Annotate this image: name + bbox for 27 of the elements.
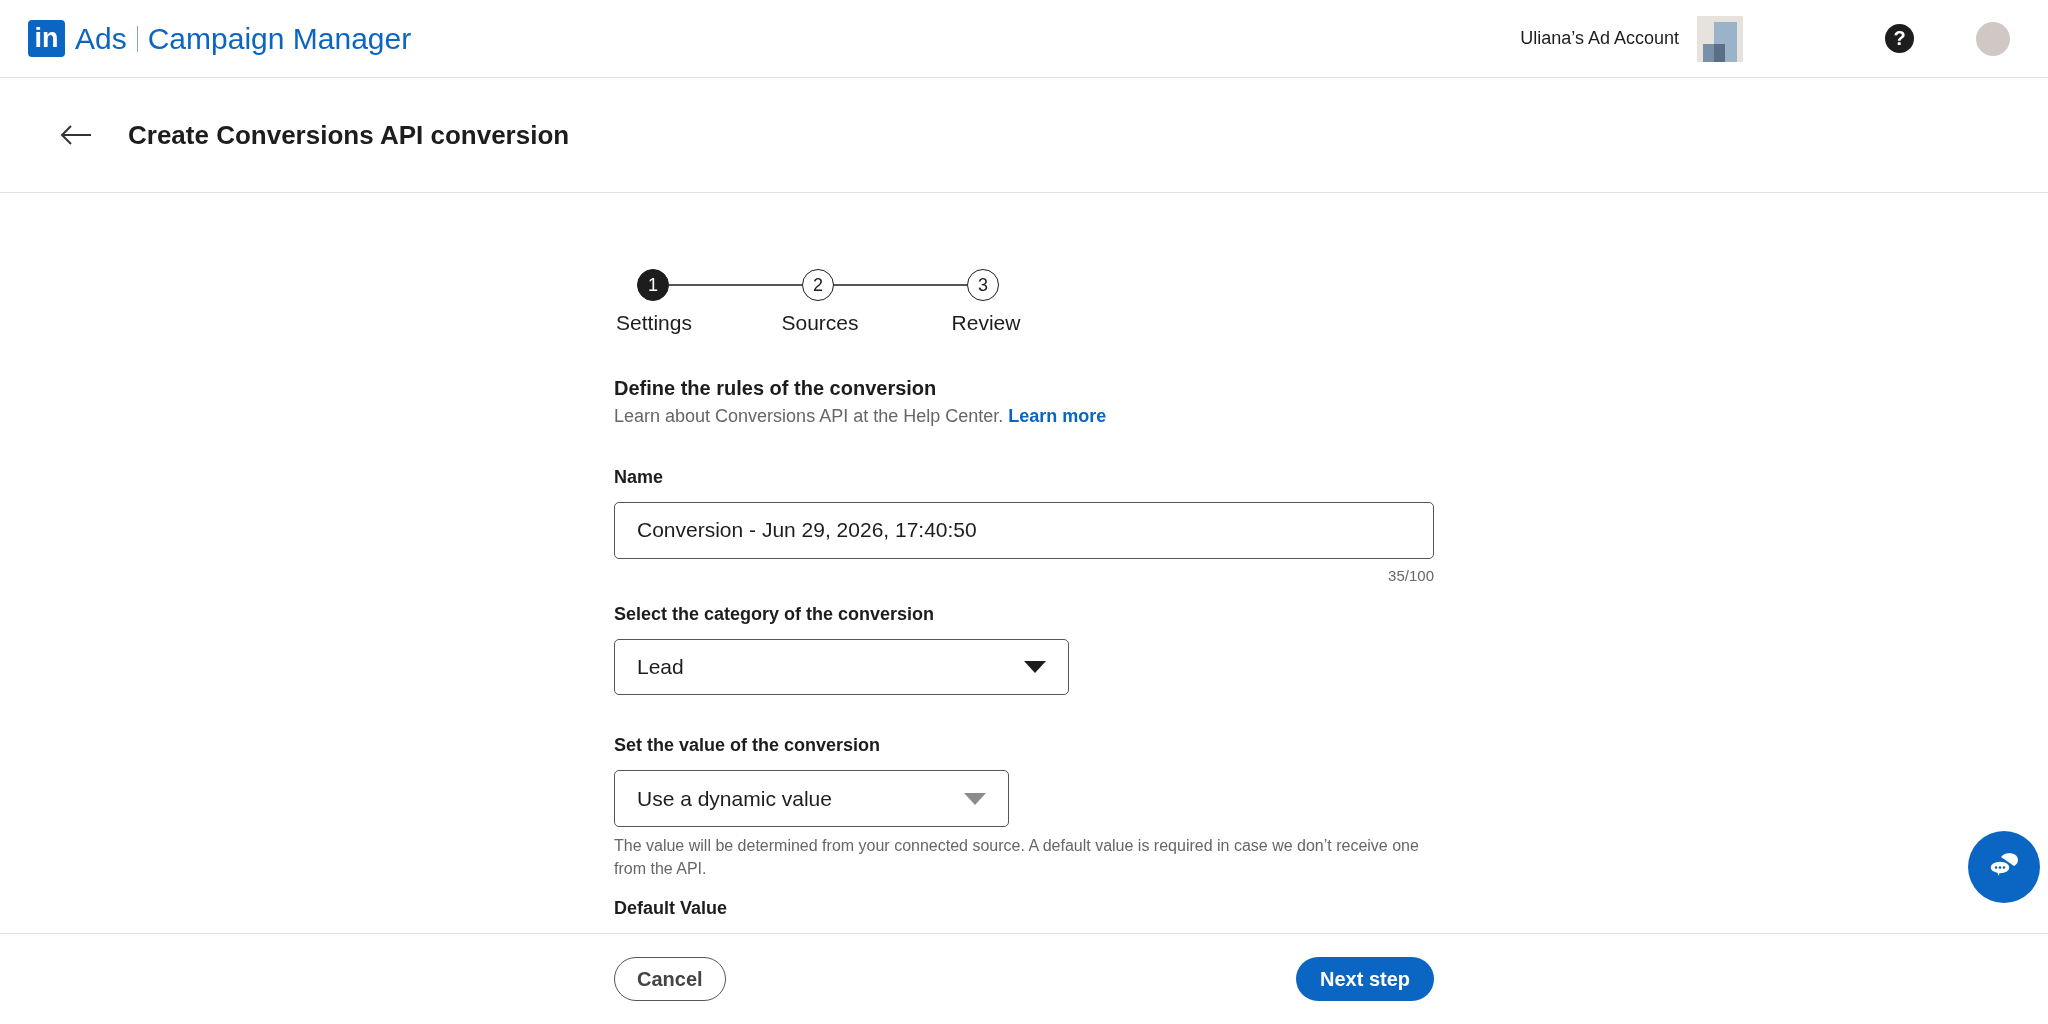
logo-mark: in [28, 20, 65, 57]
product-name: Ads [75, 21, 127, 56]
help-text: The value will be determined from your connected source. A default value is required in case we don’t receive one from the API. [614, 836, 1420, 879]
account-name[interactable]: Uliana’s Ad Account [1520, 28, 1679, 49]
step-label: Settings [615, 311, 693, 335]
select-dropdown[interactable]: Lead [614, 638, 1069, 696]
back-arrow-icon [60, 125, 92, 145]
character-counter: 35/100 [1388, 566, 1434, 584]
step-number[interactable]: 3 [967, 269, 999, 301]
field-label: Select the category of the conversion [614, 603, 936, 625]
step-number[interactable]: 2 [802, 269, 834, 301]
next-step-button[interactable]: Next step [1295, 957, 1434, 1001]
app-name: Campaign Manager [147, 21, 412, 56]
field-label: Set the value of the conversion [614, 735, 882, 757]
step-label: Review [950, 311, 1022, 335]
field-label: Name [614, 467, 665, 488]
field-label: Default Value [614, 898, 729, 919]
page-title: Create Conversions API conversion [128, 119, 570, 151]
name-input-field[interactable]: Conversion - Jun 29, 2026, 17:40:50 [614, 502, 1434, 559]
account-logo-icon[interactable] [1697, 15, 1743, 62]
step-label: Sources [780, 311, 860, 335]
cancel-button[interactable]: Cancel [614, 957, 726, 1001]
step-number[interactable]: 1 [637, 269, 669, 301]
section-heading: Define the rules of the conversion [614, 377, 938, 400]
help-button[interactable]: ? [1885, 24, 1914, 53]
section-description: Learn about Conversions API at the Help Center. Learn more [614, 406, 1108, 427]
learn-more-link[interactable]: Learn more [1008, 406, 1107, 426]
